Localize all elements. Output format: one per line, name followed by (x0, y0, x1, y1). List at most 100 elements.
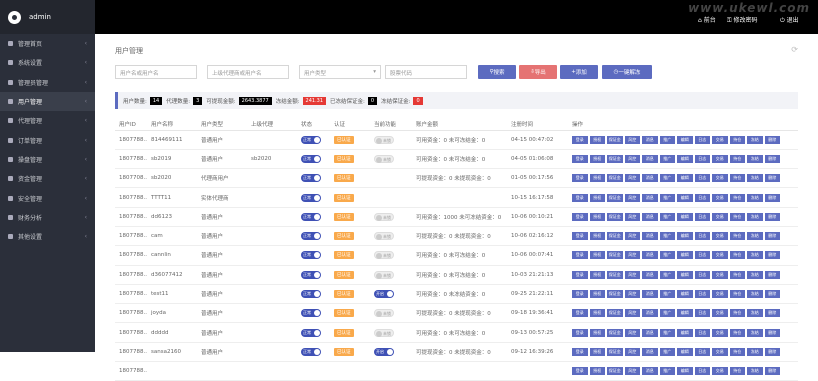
action-button[interactable]: 登录 (572, 309, 588, 318)
action-button[interactable]: 删除 (764, 309, 780, 318)
action-button[interactable]: 交易 (712, 193, 728, 202)
action-button[interactable]: 消息 (642, 193, 658, 202)
action-button[interactable]: 编辑 (677, 154, 693, 163)
action-button[interactable]: 授权 (589, 270, 605, 279)
action-button[interactable]: 消息 (642, 328, 658, 337)
action-button[interactable]: 登录 (572, 154, 588, 163)
action-button[interactable]: 推广 (659, 290, 675, 299)
action-button[interactable]: 冻结 (747, 251, 763, 260)
action-button[interactable]: 冻结 (747, 174, 763, 183)
sidebar-item-2[interactable]: 管理员管理 ‹ (0, 73, 95, 92)
action-button[interactable]: 登录 (572, 135, 588, 144)
action-button[interactable]: 持仓 (729, 154, 745, 163)
unlock-all-button[interactable]: ◷ 一键解冻 (602, 65, 652, 79)
function-toggle[interactable]: 未锁 (374, 251, 394, 260)
sidebar-item-10[interactable]: 其他设置 ‹ (0, 227, 95, 246)
sidebar-item-9[interactable]: 财务分析 ‹ (0, 208, 95, 227)
action-button[interactable]: 日志 (694, 232, 710, 241)
action-button[interactable]: 授权 (589, 309, 605, 318)
sidebar-item-5[interactable]: 订单管理 ‹ (0, 130, 95, 149)
action-button[interactable]: 推广 (659, 232, 675, 241)
stock-code-input[interactable]: 股票代码 (385, 65, 467, 79)
action-button[interactable]: 交易 (712, 290, 728, 299)
action-button[interactable]: 冻结 (747, 154, 763, 163)
action-button[interactable]: 冻结 (747, 290, 763, 299)
action-button[interactable]: 授权 (589, 367, 605, 376)
action-button[interactable]: 日志 (694, 367, 710, 376)
action-button[interactable]: 持仓 (729, 328, 745, 337)
function-toggle[interactable]: 未锁 (374, 270, 394, 279)
status-toggle[interactable]: 正常 (301, 328, 321, 337)
action-button[interactable]: 风控 (624, 251, 640, 260)
action-button[interactable]: 风控 (624, 154, 640, 163)
action-button[interactable]: 删除 (764, 154, 780, 163)
action-button[interactable]: 持仓 (729, 212, 745, 221)
sidebar-item-3[interactable]: 用户管理 ‹ (0, 91, 95, 112)
action-button[interactable]: 编辑 (677, 193, 693, 202)
action-button[interactable]: 编辑 (677, 251, 693, 260)
action-button[interactable]: 编辑 (677, 174, 693, 183)
action-button[interactable]: 登录 (572, 193, 588, 202)
action-button[interactable]: 推广 (659, 328, 675, 337)
action-button[interactable]: 冻结 (747, 212, 763, 221)
function-toggle[interactable]: 未锁 (374, 135, 394, 144)
action-button[interactable]: 登录 (572, 270, 588, 279)
action-button[interactable]: 删除 (764, 193, 780, 202)
action-button[interactable]: 冻结 (747, 270, 763, 279)
action-button[interactable]: 保证金 (607, 174, 623, 183)
action-button[interactable]: 编辑 (677, 328, 693, 337)
action-button[interactable]: 授权 (589, 212, 605, 221)
action-button[interactable]: 冻结 (747, 367, 763, 376)
action-button[interactable]: 保证金 (607, 251, 623, 260)
action-button[interactable]: 消息 (642, 154, 658, 163)
action-button[interactable]: 日志 (694, 309, 710, 318)
action-button[interactable]: 删除 (764, 270, 780, 279)
action-button[interactable]: 消息 (642, 135, 658, 144)
action-button[interactable]: 登录 (572, 212, 588, 221)
action-button[interactable]: 删除 (764, 367, 780, 376)
action-button[interactable]: 删除 (764, 212, 780, 221)
status-toggle[interactable]: 正常 (301, 290, 321, 299)
action-button[interactable]: 登录 (572, 290, 588, 299)
action-button[interactable]: 消息 (642, 270, 658, 279)
status-toggle[interactable]: 正常 (301, 154, 321, 163)
action-button[interactable]: 删除 (764, 232, 780, 241)
action-button[interactable]: 推广 (659, 193, 675, 202)
action-button[interactable]: 风控 (624, 290, 640, 299)
action-button[interactable]: 编辑 (677, 367, 693, 376)
action-button[interactable]: 交易 (712, 367, 728, 376)
status-toggle[interactable]: 正常 (301, 212, 321, 221)
action-button[interactable]: 冻结 (747, 309, 763, 318)
action-button[interactable]: 推广 (659, 212, 675, 221)
action-button[interactable]: 保证金 (607, 290, 623, 299)
action-button[interactable]: 风控 (624, 270, 640, 279)
action-button[interactable]: 冻结 (747, 328, 763, 337)
function-toggle[interactable]: 未锁 (374, 328, 394, 337)
action-button[interactable]: 冻结 (747, 135, 763, 144)
function-toggle[interactable]: 未锁 (374, 309, 394, 318)
action-button[interactable]: 保证金 (607, 135, 623, 144)
action-button[interactable]: 授权 (589, 290, 605, 299)
user-type-select[interactable]: 用户类型 ▾ (299, 65, 381, 79)
action-button[interactable]: 保证金 (607, 309, 623, 318)
action-button[interactable]: 持仓 (729, 367, 745, 376)
status-toggle[interactable]: 正常 (301, 135, 321, 144)
front-link[interactable]: ⌂ 前台 (698, 15, 716, 24)
action-button[interactable]: 冻结 (747, 232, 763, 241)
action-button[interactable]: 消息 (642, 212, 658, 221)
action-button[interactable]: 保证金 (607, 212, 623, 221)
action-button[interactable]: 登录 (572, 367, 588, 376)
agent-search-input[interactable]: 上级代理商或用户名 (207, 65, 289, 79)
action-button[interactable]: 日志 (694, 251, 710, 260)
action-button[interactable]: 风控 (624, 309, 640, 318)
action-button[interactable]: 删除 (764, 290, 780, 299)
action-button[interactable]: 冻结 (747, 193, 763, 202)
status-toggle[interactable]: 正常 (301, 270, 321, 279)
action-button[interactable]: 保证金 (607, 193, 623, 202)
action-button[interactable]: 日志 (694, 135, 710, 144)
action-button[interactable]: 推广 (659, 251, 675, 260)
action-button[interactable]: 持仓 (729, 309, 745, 318)
status-toggle[interactable]: 正常 (301, 193, 321, 202)
action-button[interactable]: 编辑 (677, 270, 693, 279)
action-button[interactable]: 消息 (642, 290, 658, 299)
